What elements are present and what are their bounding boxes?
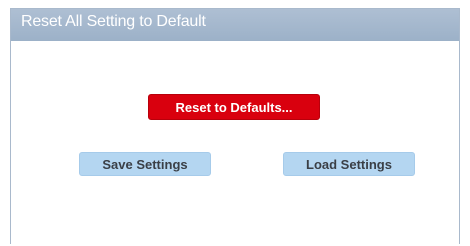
save-settings-button[interactable]: Save Settings [79, 152, 211, 176]
load-settings-button[interactable]: Load Settings [283, 152, 415, 176]
reset-settings-panel: Reset All Setting to Default Reset to De… [10, 8, 460, 244]
panel-header: Reset All Setting to Default [11, 9, 459, 41]
reset-to-defaults-button[interactable]: Reset to Defaults... [148, 94, 320, 120]
panel-title: Reset All Setting to Default [21, 13, 206, 30]
